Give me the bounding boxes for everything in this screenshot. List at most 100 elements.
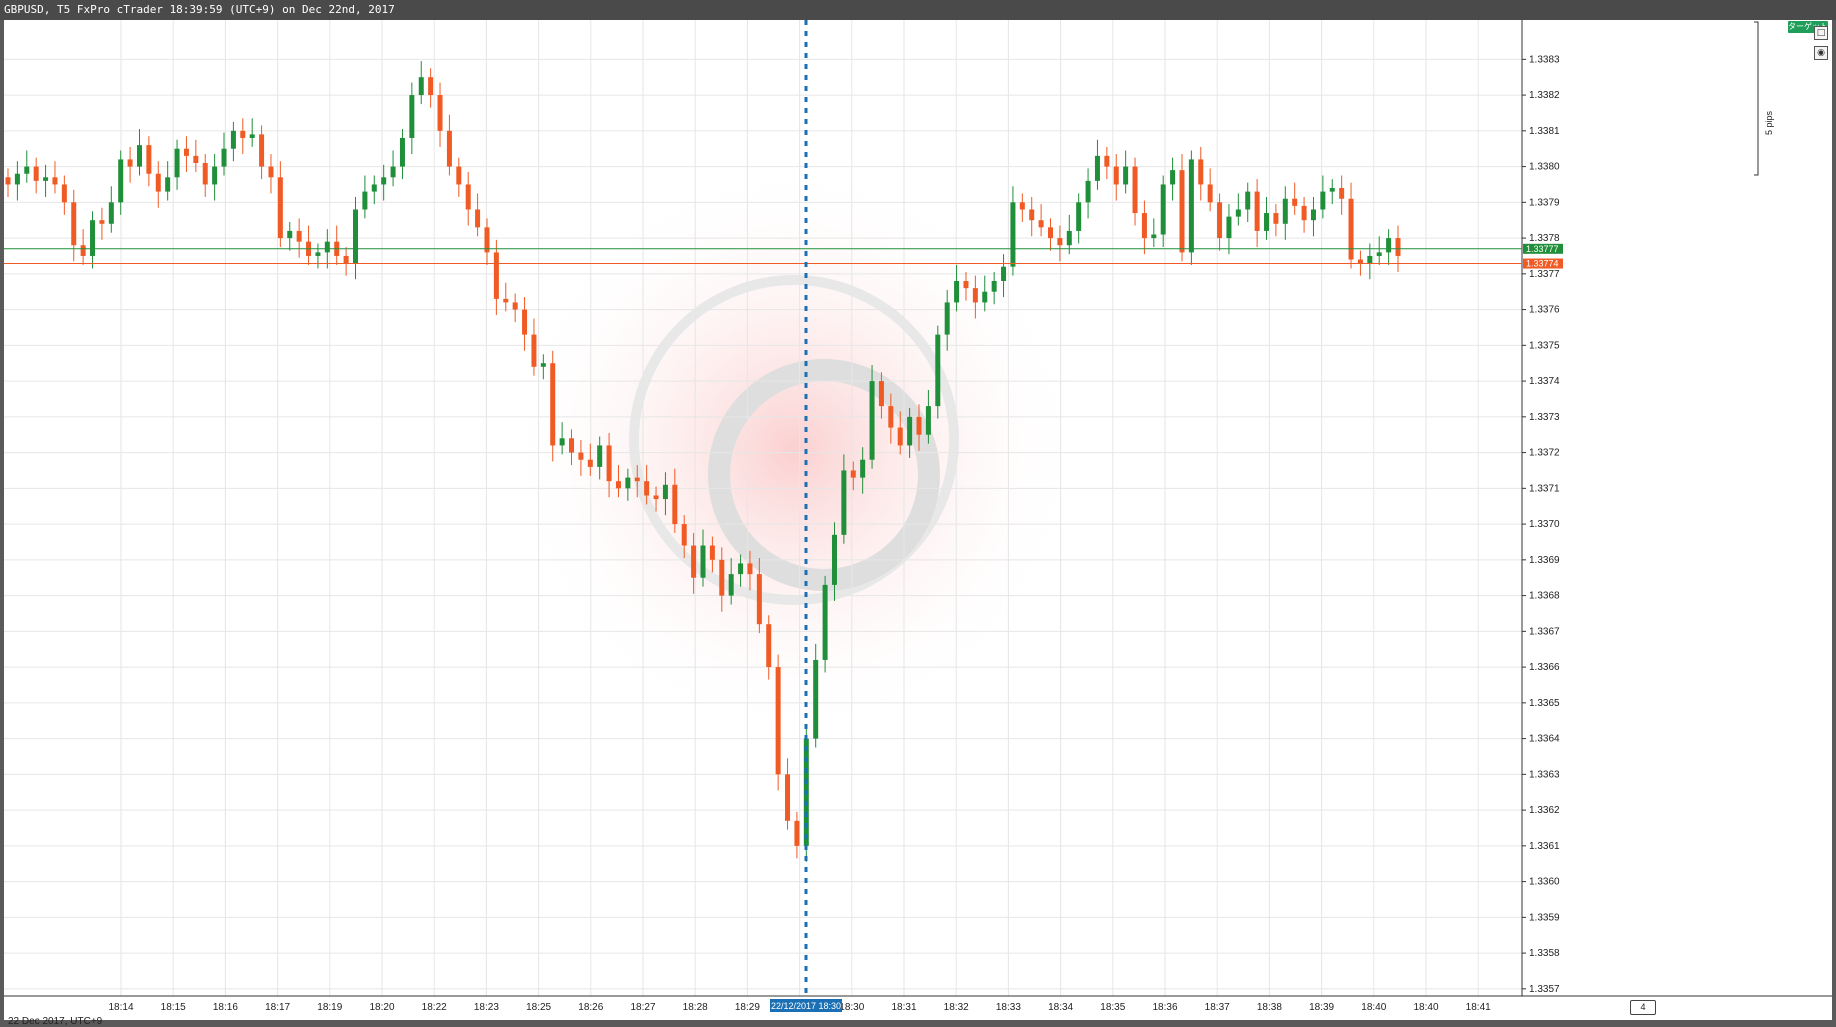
candle-body bbox=[249, 134, 255, 138]
x-tick-label: 18:30 bbox=[839, 1002, 864, 1013]
crosshair-time-label: 22/12/2017 18:30 bbox=[771, 1001, 841, 1011]
candle-body bbox=[493, 252, 499, 299]
ask-price-label: 1.33777 bbox=[1526, 244, 1559, 254]
candle-body bbox=[869, 381, 875, 460]
candle-body bbox=[1057, 238, 1063, 246]
x-tick-label: 18:37 bbox=[1205, 1002, 1230, 1013]
candle-body bbox=[512, 302, 518, 310]
candle-body bbox=[1376, 252, 1382, 256]
candle-body bbox=[606, 445, 612, 482]
x-tick-label: 18:41 bbox=[1466, 1002, 1491, 1013]
candle-body bbox=[99, 220, 105, 224]
candle-body bbox=[625, 477, 631, 489]
y-tick-label: 1.3383 bbox=[1529, 54, 1560, 65]
camera-icon[interactable]: ◉ bbox=[1814, 46, 1828, 60]
candle-body bbox=[888, 406, 894, 428]
candle-body bbox=[672, 484, 678, 525]
y-tick-label: 1.3365 bbox=[1529, 698, 1560, 709]
candle-body bbox=[1395, 238, 1401, 256]
x-tick-label: 18:33 bbox=[996, 1002, 1021, 1013]
y-tick-label: 1.3360 bbox=[1529, 877, 1560, 888]
y-tick-label: 1.3373 bbox=[1529, 412, 1560, 423]
candle-body bbox=[1226, 216, 1232, 239]
candle-body bbox=[1207, 184, 1213, 203]
candle-body bbox=[212, 166, 218, 185]
candle-body bbox=[709, 545, 715, 560]
candle-body bbox=[719, 559, 725, 596]
x-tick-label: 18:20 bbox=[369, 1002, 394, 1013]
candle-body bbox=[634, 477, 640, 482]
candle-body bbox=[202, 163, 208, 185]
candle-body bbox=[287, 230, 293, 239]
candle-body bbox=[409, 95, 415, 138]
candle-body bbox=[503, 298, 509, 303]
candle-body bbox=[1386, 238, 1392, 253]
candle-body bbox=[362, 191, 368, 210]
candle-body bbox=[1085, 180, 1091, 203]
candle-body bbox=[954, 280, 960, 303]
candle-body bbox=[399, 137, 405, 167]
candle-body bbox=[1123, 166, 1129, 185]
y-tick-label: 1.3380 bbox=[1529, 162, 1560, 173]
candle-body bbox=[230, 130, 236, 149]
candle-body bbox=[1104, 155, 1110, 167]
candle-body bbox=[1273, 213, 1279, 224]
candle-body bbox=[371, 184, 377, 192]
candle-body bbox=[982, 291, 988, 303]
y-tick-label: 1.3377 bbox=[1529, 269, 1560, 280]
candle-body bbox=[165, 177, 171, 192]
candle-body bbox=[1329, 188, 1335, 192]
candle-body bbox=[907, 416, 913, 446]
candle-body bbox=[766, 624, 772, 668]
scroll-count-badge[interactable]: 4 bbox=[1630, 1000, 1656, 1015]
x-tick-label: 18:29 bbox=[735, 1002, 760, 1013]
candle-body bbox=[155, 173, 161, 192]
candle-body bbox=[465, 184, 471, 210]
candle-body bbox=[747, 563, 753, 575]
x-tick-label: 18:16 bbox=[213, 1002, 238, 1013]
candle-body bbox=[24, 166, 30, 174]
y-tick-label: 1.3369 bbox=[1529, 555, 1560, 566]
y-tick-label: 1.3357 bbox=[1529, 984, 1560, 995]
candle-body bbox=[878, 381, 884, 407]
candle-body bbox=[550, 363, 556, 446]
candle-body bbox=[615, 481, 621, 489]
candle-body bbox=[1179, 170, 1185, 253]
candle-body bbox=[1010, 202, 1016, 267]
candle-body bbox=[315, 252, 321, 256]
x-tick-label: 18:34 bbox=[1048, 1002, 1073, 1013]
target-lock-icon[interactable]: □ bbox=[1814, 26, 1828, 40]
candle-body bbox=[991, 280, 997, 292]
x-tick-label: 18:38 bbox=[1257, 1002, 1282, 1013]
candle-body bbox=[475, 209, 481, 228]
candle-body bbox=[944, 302, 950, 335]
candle-body bbox=[925, 406, 931, 435]
candle-body bbox=[1019, 202, 1025, 210]
y-tick-label: 1.3371 bbox=[1529, 483, 1560, 494]
candle-body bbox=[841, 470, 847, 535]
candle-body bbox=[428, 77, 434, 96]
candle-body bbox=[1292, 198, 1298, 206]
chart-area[interactable]: 1.3383 1.3382 1.3381 1.3380 1.3379 1.3378 1.33… bbox=[4, 20, 1832, 1027]
candle-body bbox=[127, 159, 133, 167]
x-tick-label: 18:32 bbox=[944, 1002, 969, 1013]
y-tick-label: 1.3382 bbox=[1529, 90, 1560, 101]
candle-body bbox=[531, 334, 537, 367]
candle-body bbox=[972, 288, 978, 303]
candle-body bbox=[183, 148, 189, 156]
candle-body bbox=[71, 202, 77, 246]
candle-body bbox=[259, 134, 265, 167]
y-tick-label: 1.3379 bbox=[1529, 197, 1560, 208]
candle-body bbox=[146, 145, 152, 174]
candle-body bbox=[1170, 170, 1176, 185]
candle-body bbox=[1160, 184, 1166, 235]
x-tick-label: 18:23 bbox=[474, 1002, 499, 1013]
candle-body bbox=[296, 230, 302, 242]
candlestick-chart[interactable]: 1.33831.33821.33811.33801.33791.33781.33… bbox=[4, 20, 1832, 1020]
candle-body bbox=[691, 545, 697, 578]
y-tick-label: 1.3368 bbox=[1529, 591, 1560, 602]
candle-body bbox=[1320, 191, 1326, 210]
candle-body bbox=[221, 148, 227, 167]
candle-body bbox=[1048, 227, 1053, 239]
x-tick-label: 18:17 bbox=[265, 1002, 290, 1013]
